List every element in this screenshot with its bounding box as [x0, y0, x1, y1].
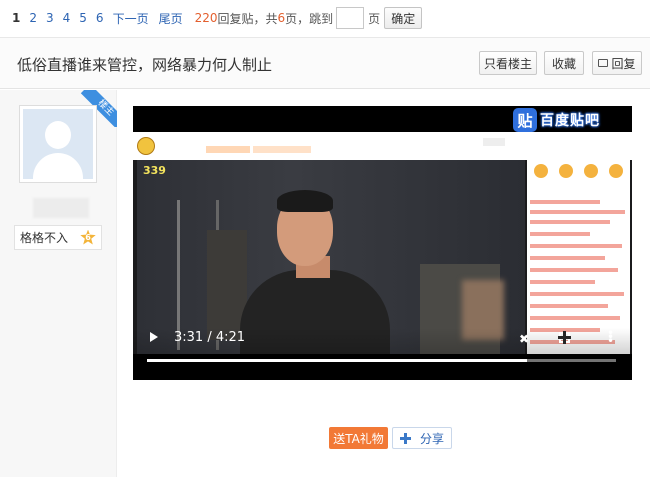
thread-title: 低俗直播谁来管控，网络暴力何人制止: [17, 56, 273, 74]
author-panel: 楼主 格格不入 6: [0, 90, 117, 477]
page-total: 6: [277, 11, 286, 25]
page-6-link[interactable]: 6: [96, 11, 104, 25]
gift-icon: [559, 164, 574, 178]
share-button-label: 分享: [419, 431, 444, 446]
send-gift-button[interactable]: 送TA礼物: [329, 427, 388, 449]
stream-header: [133, 132, 632, 160]
reply-count: 220: [194, 11, 218, 25]
reply-count-text: 回复贴，共: [217, 11, 278, 26]
video-progress-fill: [147, 359, 527, 362]
thread-title-bar: 低俗直播谁来管控，网络暴力何人制止 只看楼主 收藏 回复: [0, 37, 650, 89]
next-page-link[interactable]: 下一页: [113, 10, 149, 27]
gift-icon: [608, 164, 623, 178]
reply-button[interactable]: 回复: [592, 51, 642, 75]
page-1-current: 1: [12, 11, 21, 25]
username-blurred[interactable]: [33, 198, 89, 218]
stream-logo: 339: [143, 164, 166, 177]
reply-button-label: 回复: [611, 56, 636, 71]
mute-icon[interactable]: ✖: [519, 333, 533, 345]
page-4-link[interactable]: 4: [63, 11, 71, 25]
gift-icon: [534, 164, 549, 178]
page-jump-input[interactable]: [336, 7, 365, 29]
share-plus-icon: [399, 432, 411, 444]
default-avatar-icon: [23, 109, 93, 179]
page-jump-prefix: 页，跳到: [285, 11, 334, 26]
video-timecode: 3:31 / 4:21: [174, 330, 246, 345]
only-op-button[interactable]: 只看楼主: [479, 51, 537, 75]
favorite-button[interactable]: 收藏: [544, 51, 584, 75]
tieba-watermark: 贴 百度贴吧: [513, 108, 600, 132]
share-button[interactable]: 分享: [392, 427, 452, 449]
level-star-icon: 6: [80, 229, 96, 245]
stream-video: 339: [137, 160, 525, 354]
stream-chat: [527, 160, 630, 354]
page-5-link[interactable]: 5: [79, 11, 87, 25]
streamer-avatar: [137, 137, 155, 155]
fullscreen-icon[interactable]: [558, 331, 571, 344]
video-progress-bar[interactable]: [147, 359, 616, 362]
avatar[interactable]: [19, 105, 97, 183]
video-frame: 339: [133, 132, 632, 354]
tieba-logo-icon: 贴: [513, 108, 537, 132]
video-player[interactable]: 339 贴 百度贴吧 3:31 / 4:21 ✖: [133, 106, 632, 380]
gift-icon: [583, 164, 598, 178]
level-name: 格格不入: [20, 231, 69, 245]
page-jump-suffix: 页: [368, 11, 381, 26]
page-3-link[interactable]: 3: [46, 11, 54, 25]
page-2-link[interactable]: 2: [29, 11, 37, 25]
more-options-icon[interactable]: •••: [607, 327, 614, 347]
reply-icon: [598, 59, 609, 67]
pager: 1 2 3 4 5 6 下一页 尾页 220 回复贴，共 6 页，跳到 页 确定: [0, 0, 650, 36]
user-level-badge[interactable]: 格格不入 6: [14, 225, 102, 250]
tieba-watermark-text: 百度贴吧: [540, 113, 600, 129]
last-page-link[interactable]: 尾页: [159, 10, 183, 27]
page-jump-confirm-button[interactable]: 确定: [384, 7, 423, 29]
play-icon[interactable]: [150, 332, 158, 342]
